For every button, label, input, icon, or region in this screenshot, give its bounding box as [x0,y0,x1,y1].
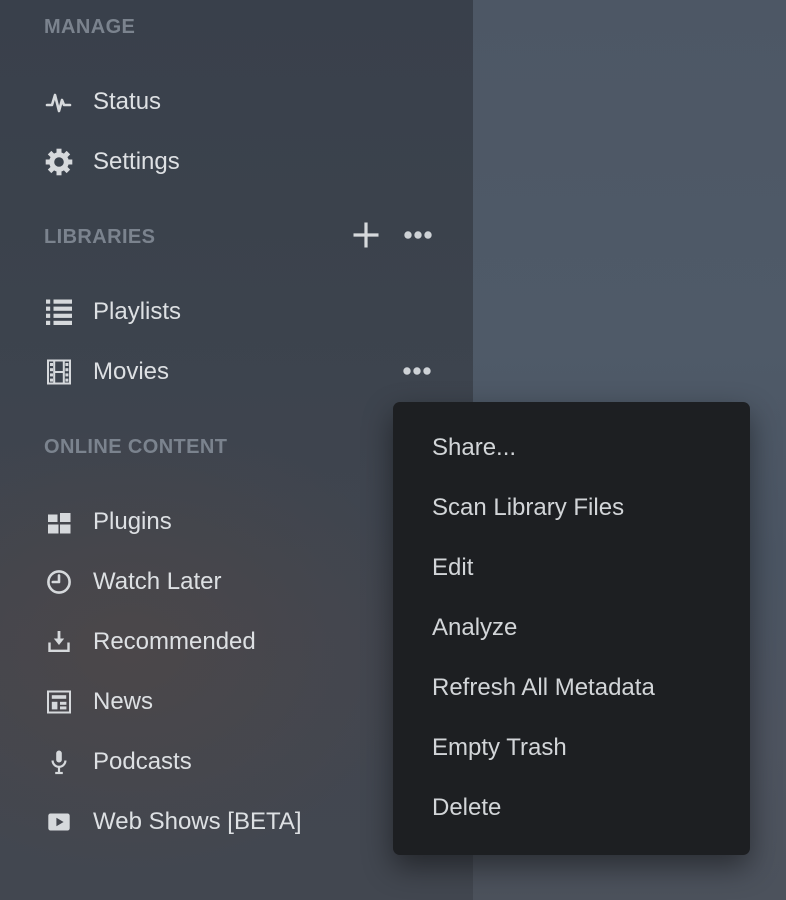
menu-item-edit[interactable]: Edit [393,538,750,598]
sidebar-item-settings[interactable]: Settings [44,144,180,180]
sidebar-item-plugins[interactable]: Plugins [44,504,172,540]
clock-icon [44,567,74,597]
sidebar-item-label: Settings [93,148,180,176]
download-icon [44,627,74,657]
section-header-libraries: LIBRARIES [44,223,155,251]
newspaper-icon [44,687,74,717]
movies-more-button[interactable] [402,364,432,378]
sidebar-item-label: Movies [93,358,169,386]
sidebar-item-podcasts[interactable]: Podcasts [44,744,192,780]
sidebar-item-label: Status [93,88,161,116]
menu-item-empty-trash[interactable]: Empty Trash [393,718,750,778]
sidebar-item-label: Recommended [93,628,256,656]
menu-item-delete[interactable]: Delete [393,778,750,838]
sidebar-item-web-shows[interactable]: Web Shows [BETA] [44,804,302,840]
section-header-manage: MANAGE [44,13,135,41]
add-library-button[interactable] [351,220,381,250]
menu-item-share[interactable]: Share... [393,418,750,478]
sidebar-item-playlists[interactable]: Playlists [44,294,181,330]
menu-item-scan-library-files[interactable]: Scan Library Files [393,478,750,538]
gear-icon [44,147,74,177]
menu-item-analyze[interactable]: Analyze [393,598,750,658]
ellipsis-icon [403,230,433,240]
libraries-more-button[interactable] [403,228,433,242]
activity-icon [44,87,74,117]
sidebar-item-label: Plugins [93,508,172,536]
play-video-icon [44,807,74,837]
grid-icon [44,507,74,537]
sidebar-item-label: Watch Later [93,568,222,596]
sidebar-item-watch-later[interactable]: Watch Later [44,564,222,600]
plus-icon [352,221,380,249]
menu-item-refresh-all-metadata[interactable]: Refresh All Metadata [393,658,750,718]
section-header-online-content: ONLINE CONTENT [44,433,227,461]
sidebar-item-label: Playlists [93,298,181,326]
microphone-icon [44,747,74,777]
sidebar-item-recommended[interactable]: Recommended [44,624,256,660]
sidebar-item-label: News [93,688,153,716]
sidebar-item-label: Web Shows [BETA] [93,808,302,836]
film-icon [44,357,74,387]
movies-context-menu: Share... Scan Library Files Edit Analyze… [393,402,750,855]
sidebar-item-label: Podcasts [93,748,192,776]
sidebar-item-movies[interactable]: Movies [44,354,169,390]
playlist-icon [44,297,74,327]
ellipsis-icon [402,366,432,376]
sidebar-item-status[interactable]: Status [44,84,161,120]
sidebar-item-news[interactable]: News [44,684,153,720]
